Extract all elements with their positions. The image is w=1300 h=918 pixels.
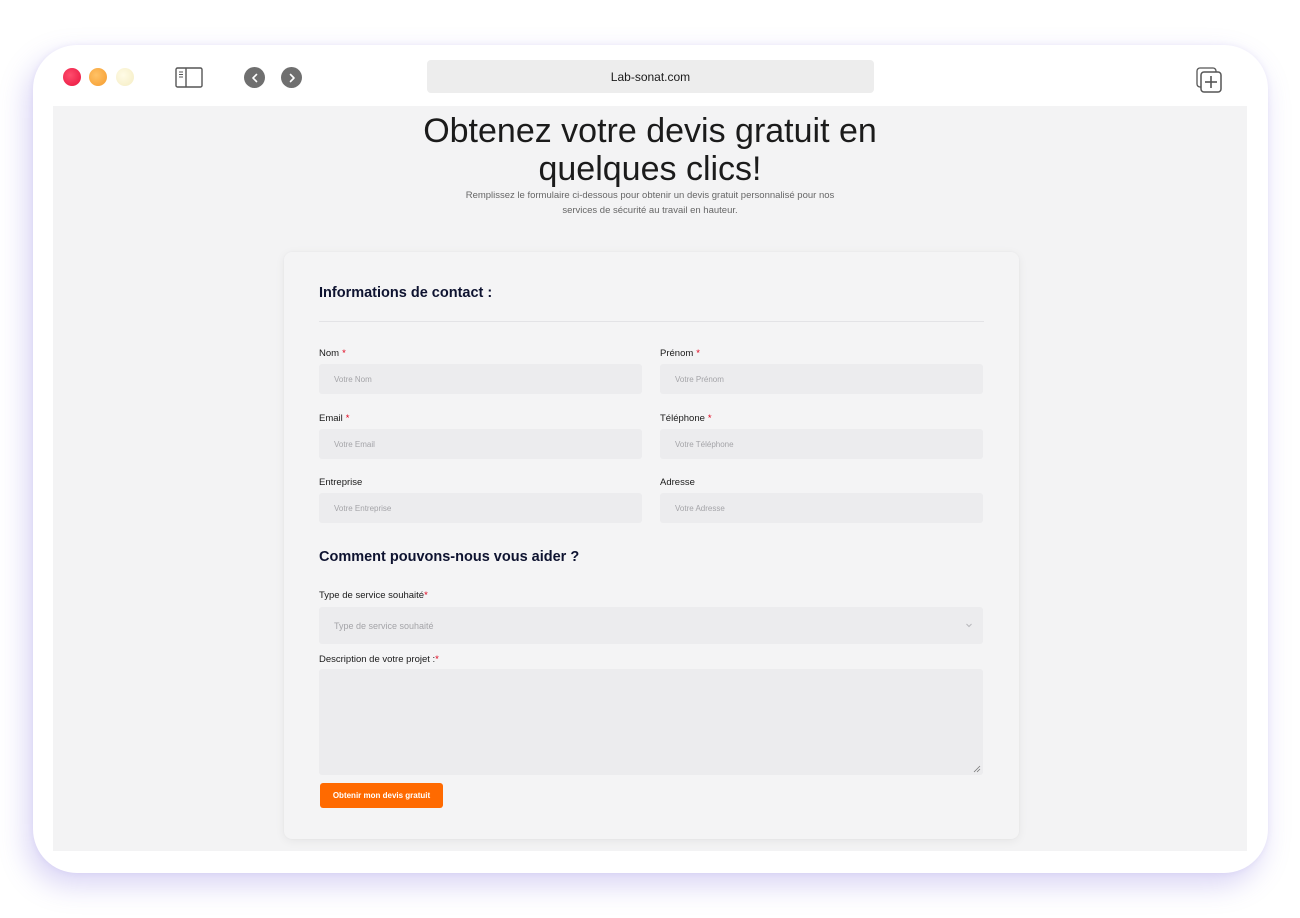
prenom-input[interactable]: Votre Prénom xyxy=(660,364,983,394)
resize-handle-icon[interactable] xyxy=(973,765,981,773)
back-button[interactable] xyxy=(244,67,265,88)
description-label: Description de votre projet :* xyxy=(319,654,439,665)
service-selected-value: Type de service souhaité xyxy=(334,620,434,631)
minimize-dot[interactable] xyxy=(89,68,107,86)
service-required-mark: * xyxy=(424,590,428,601)
telephone-input[interactable]: Votre Téléphone xyxy=(660,429,983,459)
address-bar[interactable]: Lab-sonat.com xyxy=(427,60,874,93)
nom-input[interactable]: Votre Nom xyxy=(319,364,642,394)
sidebar-icon[interactable] xyxy=(175,67,203,88)
section-divider xyxy=(319,321,984,322)
entreprise-input[interactable]: Votre Entreprise xyxy=(319,493,642,523)
page-title: Obtenez votre devis gratuit en quelques … xyxy=(53,112,1247,188)
help-section-title: Comment pouvons-nous vous aider ? xyxy=(319,549,580,565)
service-label-text: Type de service souhaité xyxy=(319,590,425,601)
email-required-mark: * xyxy=(345,413,350,424)
nom-required-mark: * xyxy=(342,348,346,359)
description-label-text: Description de votre projet : xyxy=(319,654,436,665)
prenom-label: Prénom * xyxy=(660,348,700,359)
email-label-text: Email xyxy=(319,413,343,424)
email-placeholder: Votre Email xyxy=(334,439,375,449)
telephone-label-text: Téléphone xyxy=(660,413,705,424)
page-title-line2: quelques clics! xyxy=(538,150,762,188)
close-dot[interactable] xyxy=(63,68,81,86)
back-icon xyxy=(251,73,257,82)
service-select[interactable]: Type de service souhaité xyxy=(319,607,983,644)
entreprise-label: Entreprise xyxy=(319,477,362,488)
submit-button[interactable]: Obtenir mon devis gratuit xyxy=(320,783,443,808)
telephone-required-mark: * xyxy=(707,413,712,424)
adresse-label: Adresse xyxy=(660,477,695,488)
nom-placeholder: Votre Nom xyxy=(334,374,372,384)
telephone-label: Téléphone * xyxy=(660,413,712,424)
adresse-label-text: Adresse xyxy=(660,477,695,488)
contact-section-title: Informations de contact : xyxy=(319,285,493,301)
page-viewport: Obtenez votre devis gratuit en quelques … xyxy=(53,106,1247,851)
page-subtitle-line2: services de sécurité au travail en haute… xyxy=(562,205,738,216)
maximize-dot[interactable] xyxy=(116,68,134,86)
entreprise-label-text: Entreprise xyxy=(319,477,363,488)
page-subtitle-line1: Remplissez le formulaire ci-dessous pour… xyxy=(465,190,835,201)
forward-icon xyxy=(289,73,295,82)
new-tab-icon[interactable] xyxy=(1196,67,1222,93)
browser-toolbar: Lab-sonat.com xyxy=(33,45,1268,107)
description-required-mark: * xyxy=(435,654,439,665)
url-text: Lab-sonat.com xyxy=(610,69,691,84)
entreprise-placeholder: Votre Entreprise xyxy=(334,503,392,513)
email-label: Email * xyxy=(319,413,349,424)
browser-window: Lab-sonat.com Obtenez votre devis gratui… xyxy=(33,45,1268,873)
adresse-input[interactable]: Votre Adresse xyxy=(660,493,983,523)
service-label: Type de service souhaité* xyxy=(319,590,428,601)
adresse-placeholder: Votre Adresse xyxy=(675,503,725,513)
prenom-label-text: Prénom xyxy=(660,348,694,359)
page-title-line1: Obtenez votre devis gratuit en xyxy=(423,112,877,150)
nom-label: Nom * xyxy=(319,348,346,359)
description-textarea[interactable] xyxy=(319,669,983,775)
chevron-down-icon xyxy=(966,623,972,628)
page-subtitle: Remplissez le formulaire ci-dessous pour… xyxy=(450,188,850,218)
quote-form-card: Informations de contact : Nom * Votre Nom… xyxy=(284,252,1019,839)
email-input[interactable]: Votre Email xyxy=(319,429,642,459)
telephone-placeholder: Votre Téléphone xyxy=(675,439,734,449)
nom-label-text: Nom xyxy=(319,348,340,359)
prenom-placeholder: Votre Prénom xyxy=(675,374,724,384)
forward-button[interactable] xyxy=(281,67,302,88)
prenom-required-mark: * xyxy=(696,348,700,359)
